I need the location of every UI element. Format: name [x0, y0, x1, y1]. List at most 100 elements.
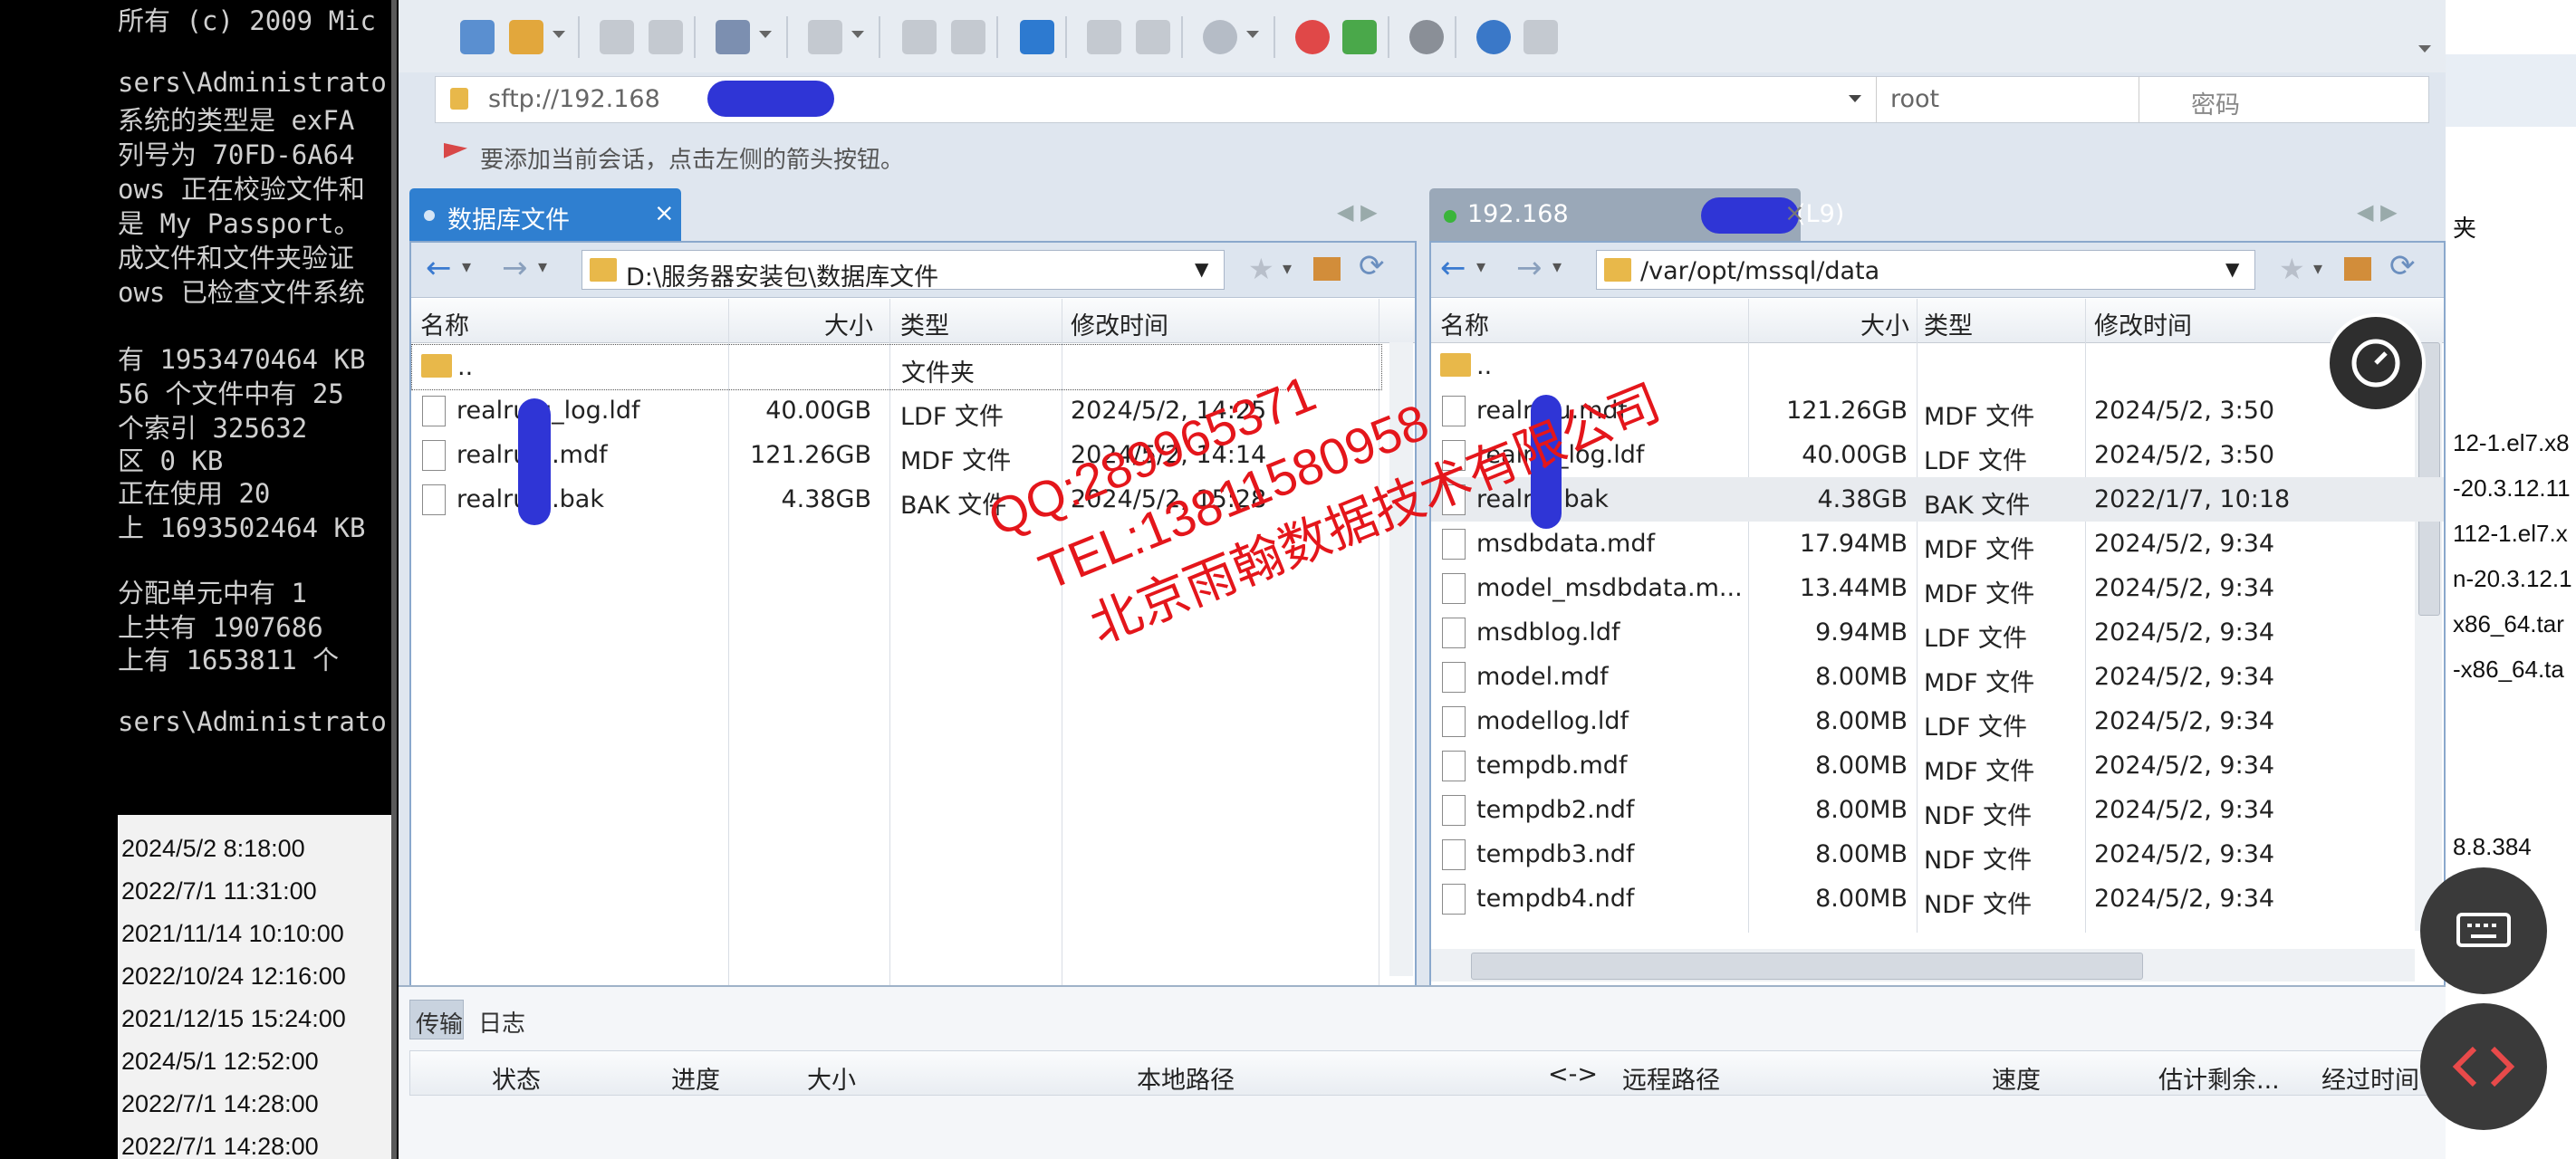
- sftp-client-window: sftp://192.168 root 密码 要添加当前会话，点击左侧的箭头按钮…: [399, 0, 2446, 1159]
- refresh-icon[interactable]: ⟳: [1359, 248, 1385, 284]
- file-size: 13.44MB: [1799, 574, 1908, 602]
- file-row[interactable]: model_msdbdata.m... 13.44MB MDF 文件 2024/5/2…: [1431, 566, 2444, 610]
- settings-session-icon[interactable]: [716, 20, 750, 54]
- file-row[interactable]: modellog.ldf 8.00MB LDF 文件 2024/5/2, 9:34: [1431, 699, 2444, 743]
- file-mtime: 2024/5/2, 9:34: [2094, 796, 2275, 824]
- timer-icon[interactable]: [2326, 313, 2426, 413]
- file-row[interactable]: tempdb2.ndf 8.00MB NDF 文件 2024/5/2, 9:34: [1431, 788, 2444, 832]
- date-item: 2022/7/1 14:28:00: [121, 1133, 319, 1159]
- paste-icon[interactable]: [1136, 20, 1170, 54]
- close-remote-tab-icon[interactable]: ×: [1784, 199, 1805, 227]
- file-icon: [1442, 839, 1466, 870]
- file-name: tempdb2.ndf: [1476, 796, 1635, 824]
- chevron-down-icon[interactable]: [1849, 95, 1861, 102]
- link-icon[interactable]: [600, 20, 634, 54]
- file-row[interactable]: tempdb.mdf 8.00MB MDF 文件 2024/5/2, 9:34: [1431, 743, 2444, 788]
- swirl-icon[interactable]: [1295, 20, 1330, 54]
- local-path-field[interactable]: D:\服务器安装包\数据库文件 ▼: [582, 250, 1225, 292]
- col-type[interactable]: 类型: [900, 306, 949, 341]
- back-icon[interactable]: ←: [1440, 250, 1466, 286]
- username-field[interactable]: root: [1890, 85, 1939, 113]
- star-icon[interactable]: ★: [2279, 252, 2305, 286]
- refresh-icon[interactable]: ⟳: [2389, 248, 2416, 284]
- col-progress[interactable]: 进度: [671, 1060, 720, 1096]
- tab-scroll-remote-icon[interactable]: ◀ ▶: [2357, 199, 2398, 225]
- tab-log[interactable]: 日志: [473, 1000, 536, 1038]
- col-mtime[interactable]: 修改时间: [2094, 306, 2192, 341]
- file-row[interactable]: tempdb4.ndf 8.00MB NDF 文件 2024/5/2, 9:34: [1431, 876, 2444, 921]
- file-row[interactable]: msdbdata.mdf 17.94MB MDF 文件 2024/5/2, 9:34: [1431, 522, 2444, 566]
- file-type: NDF 文件: [1924, 891, 2033, 919]
- chat-icon[interactable]: [1523, 20, 1558, 54]
- back-icon[interactable]: ←: [426, 250, 452, 286]
- forward-dropdown-icon[interactable]: ▾: [538, 255, 547, 277]
- keyboard-icon[interactable]: [2420, 867, 2547, 994]
- col-speed[interactable]: 速度: [1992, 1060, 2041, 1096]
- folder-icon: [590, 258, 617, 282]
- home-icon[interactable]: [2344, 257, 2371, 281]
- copy-icon[interactable]: [1087, 20, 1121, 54]
- file-size: 8.00MB: [1815, 707, 1908, 735]
- file-name: msdbdata.mdf: [1476, 530, 1655, 558]
- forward-icon[interactable]: →: [502, 250, 528, 286]
- col-remote-path[interactable]: 远程路径: [1622, 1060, 1720, 1096]
- file-row[interactable]: realr u.bak 4.38GB BAK 文件 2022/1/7, 10:18: [1431, 477, 2444, 522]
- col-type[interactable]: 类型: [1924, 306, 1973, 341]
- parent-folder-row[interactable]: .. 文件夹: [411, 344, 1382, 390]
- terminal-icon[interactable]: [808, 20, 842, 54]
- home-icon[interactable]: [1313, 257, 1341, 281]
- file-row[interactable]: msdblog.ldf 9.94MB LDF 文件 2024/5/2, 9:34: [1431, 610, 2444, 655]
- document2-icon[interactable]: [951, 20, 985, 54]
- password-field[interactable]: 密码: [2191, 85, 2240, 120]
- file-type: LDF 文件: [900, 403, 1004, 431]
- remote-path-field[interactable]: /var/opt/mssql/data ▼: [1596, 250, 2255, 290]
- file-mtime: 2024/5/2, 9:34: [2094, 618, 2275, 647]
- col-elapsed[interactable]: 经过时间: [2321, 1060, 2419, 1096]
- file-size: 8.00MB: [1815, 885, 1908, 913]
- col-status[interactable]: 状态: [492, 1060, 541, 1096]
- unlink-icon[interactable]: [649, 20, 683, 54]
- col-size[interactable]: 大小: [807, 1060, 856, 1096]
- green-app-icon[interactable]: [1342, 20, 1377, 54]
- tab-remote[interactable]: 192.168 (L9): [1429, 188, 1844, 241]
- file-type: MDF 文件: [1924, 669, 2035, 697]
- help-icon[interactable]: [1476, 20, 1511, 54]
- back-dropdown-icon[interactable]: ▾: [462, 255, 471, 277]
- file-row[interactable]: model.mdf 8.00MB MDF 文件 2024/5/2, 9:34: [1431, 655, 2444, 699]
- tab-local[interactable]: 数据库文件 ×: [409, 188, 681, 241]
- transfer-icon[interactable]: [1020, 20, 1054, 54]
- flag-icon: [444, 143, 467, 158]
- close-icon[interactable]: ×: [654, 199, 675, 227]
- file-name: tempdb3.ndf: [1476, 840, 1635, 868]
- console-line: 上有 1653811 个: [118, 645, 340, 675]
- code-icon[interactable]: [2420, 1003, 2547, 1130]
- url-field[interactable]: sftp://192.168: [488, 85, 660, 113]
- transfer-area: 传输 日志 状态 进度 大小 本地路径 <-> 远程路径 速度 估计剩余... …: [399, 985, 2446, 1159]
- new-session-icon[interactable]: [460, 20, 495, 54]
- col-eta[interactable]: 估计剩余...: [2158, 1060, 2280, 1096]
- file-type: LDF 文件: [1924, 714, 2027, 742]
- file-size: 8.00MB: [1815, 796, 1908, 824]
- document-icon[interactable]: [902, 20, 937, 54]
- file-row[interactable]: tempdb3.ndf 8.00MB NDF 文件 2024/5/2, 9:34: [1431, 832, 2444, 876]
- col-name[interactable]: 名称: [420, 306, 469, 341]
- col-direction[interactable]: <->: [1548, 1060, 1598, 1088]
- tab-scroll-left-icon[interactable]: ◀ ▶: [1337, 199, 1378, 225]
- gear-icon[interactable]: [1409, 20, 1444, 54]
- file-mtime: 2024/5/2, 9:34: [2094, 663, 2275, 691]
- open-folder-icon[interactable]: [509, 20, 543, 54]
- path-dropdown-icon[interactable]: ▼: [1195, 258, 1208, 280]
- background-list-item: -20.3.12.11: [2453, 474, 2571, 502]
- col-mtime[interactable]: 修改时间: [1071, 306, 1168, 341]
- path-dropdown-icon[interactable]: ▼: [2225, 258, 2239, 280]
- tab-transfer[interactable]: 传输: [409, 1000, 464, 1039]
- horizontal-scrollbar[interactable]: [1431, 949, 2415, 982]
- file-icon: [422, 396, 446, 426]
- col-size[interactable]: 大小: [783, 306, 873, 341]
- col-local-path[interactable]: 本地路径: [1137, 1060, 1235, 1096]
- star-icon[interactable]: ★: [1248, 252, 1274, 286]
- file-type: MDF 文件: [1924, 536, 2035, 564]
- file-name: tempdb.mdf: [1476, 752, 1628, 780]
- globe-icon[interactable]: [1203, 20, 1237, 54]
- col-size[interactable]: 大小: [1802, 306, 1909, 341]
